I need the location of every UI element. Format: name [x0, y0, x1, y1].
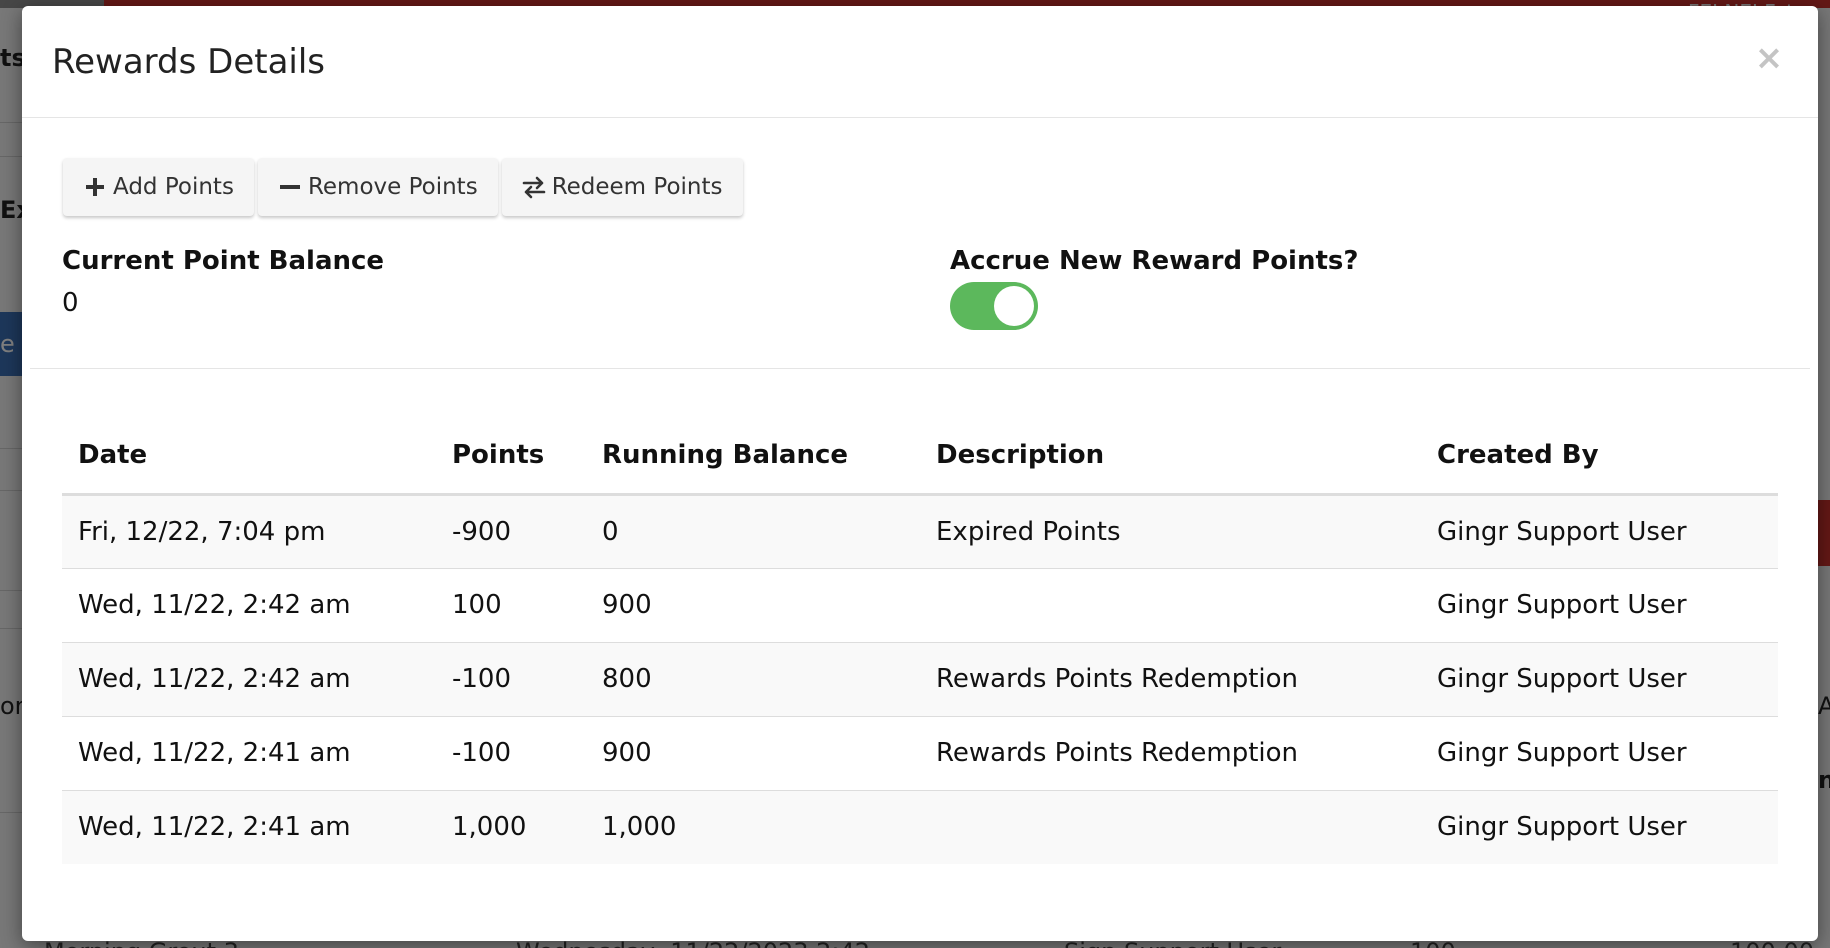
cell-description: Rewards Points Redemption [920, 715, 1421, 790]
cell-created-by: Gingr Support User [1421, 715, 1778, 790]
column-header-description[interactable]: Description [920, 418, 1421, 496]
cell-running-balance: 800 [586, 641, 920, 716]
table-row: Wed, 11/22, 2:41 am 1,000 1,000 Gingr Su… [62, 789, 1778, 864]
cell-running-balance: 1,000 [586, 789, 920, 864]
rewards-details-modal: Rewards Details × Add Points Remove Poin… [22, 6, 1818, 941]
table-row: Wed, 11/22, 2:42 am -100 800 Rewards Poi… [62, 641, 1778, 716]
cell-description: Rewards Points Redemption [920, 641, 1421, 716]
current-balance-label: Current Point Balance [62, 246, 385, 276]
table-row: Wed, 11/22, 2:42 am 100 900 Gingr Suppor… [62, 567, 1778, 642]
cell-points: -100 [436, 715, 586, 790]
minus-icon [278, 175, 302, 199]
cell-description [920, 789, 1421, 864]
table-header-row: Date Points Running Balance Description … [62, 418, 1778, 496]
cell-points: -100 [436, 641, 586, 716]
cell-created-by: Gingr Support User [1421, 641, 1778, 716]
table-row: Fri, 12/22, 7:04 pm -900 0 Expired Point… [62, 494, 1778, 568]
table-row: Wed, 11/22, 2:41 am -100 900 Rewards Poi… [62, 715, 1778, 790]
cell-points: 100 [436, 567, 586, 642]
redeem-points-label: Redeem Points [551, 174, 723, 200]
cell-points: -900 [436, 494, 586, 568]
rewards-history-table: Date Points Running Balance Description … [62, 418, 1778, 864]
cell-description [920, 567, 1421, 642]
modal-title: Rewards Details [52, 42, 326, 82]
cell-created-by: Gingr Support User [1421, 789, 1778, 864]
toggle-knob [994, 286, 1034, 326]
redeem-points-button[interactable]: Redeem Points [501, 158, 743, 216]
accrue-points-toggle[interactable] [950, 282, 1038, 330]
accrue-points-label: Accrue New Reward Points? [950, 246, 1359, 276]
cell-running-balance: 0 [586, 494, 920, 568]
column-header-date[interactable]: Date [62, 418, 436, 496]
modal-header: Rewards Details × [22, 6, 1818, 118]
cell-description: Expired Points [920, 494, 1421, 568]
exchange-icon [522, 175, 546, 199]
column-header-created-by[interactable]: Created By [1421, 418, 1778, 496]
cell-created-by: Gingr Support User [1421, 494, 1778, 568]
add-points-button[interactable]: Add Points [63, 158, 254, 216]
cell-running-balance: 900 [586, 715, 920, 790]
remove-points-button[interactable]: Remove Points [257, 158, 498, 216]
cell-date: Wed, 11/22, 2:41 am [62, 789, 436, 864]
points-action-group: Add Points Remove Points Redeem Points [63, 158, 747, 220]
cell-date: Wed, 11/22, 2:42 am [62, 567, 436, 642]
close-button[interactable]: × [1754, 40, 1784, 76]
remove-points-label: Remove Points [307, 174, 478, 200]
plus-icon [83, 175, 107, 199]
cell-points: 1,000 [436, 789, 586, 864]
cell-date: Wed, 11/22, 2:41 am [62, 715, 436, 790]
cell-created-by: Gingr Support User [1421, 567, 1778, 642]
section-divider [30, 368, 1810, 369]
add-points-label: Add Points [113, 174, 234, 200]
current-balance-value: 0 [62, 288, 79, 318]
cell-date: Wed, 11/22, 2:42 am [62, 641, 436, 716]
column-header-points[interactable]: Points [436, 418, 586, 496]
cell-running-balance: 900 [586, 567, 920, 642]
cell-date: Fri, 12/22, 7:04 pm [62, 494, 436, 568]
column-header-running-balance[interactable]: Running Balance [586, 418, 920, 496]
